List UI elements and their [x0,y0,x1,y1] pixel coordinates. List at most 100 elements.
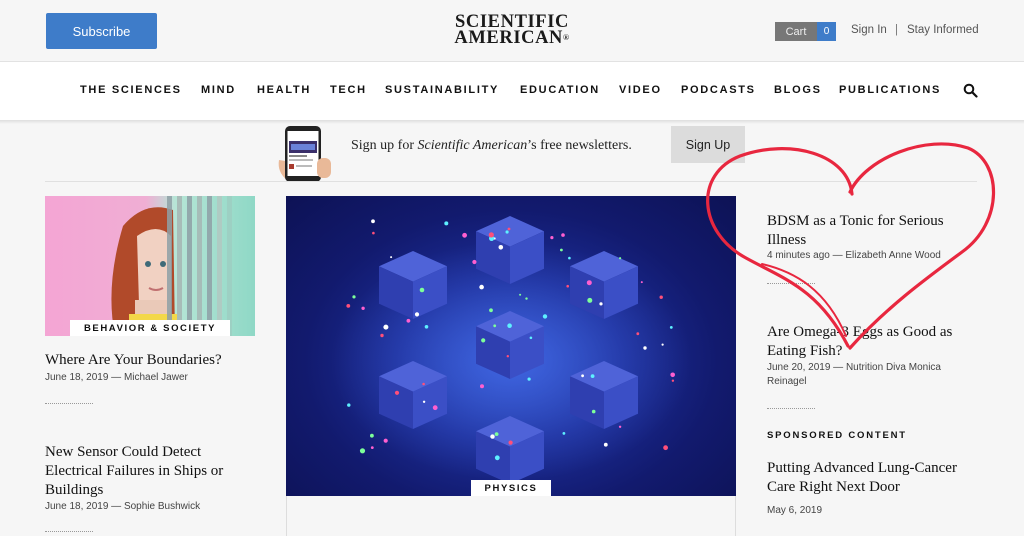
nav-mind[interactable]: MIND [201,84,236,96]
search-icon[interactable] [963,83,978,98]
light-spark [370,446,374,449]
nav-publications[interactable]: PUBLICATIONS [839,84,941,96]
cart-button[interactable]: Cart 0 [775,22,836,41]
article-title-sensor[interactable]: New Sensor Could Detect Electrical Failu… [45,443,260,500]
cart-count-badge: 0 [817,22,836,41]
light-spark [462,232,467,238]
light-spark [383,438,388,443]
light-spark [643,346,647,350]
article-title-lung-cancer[interactable]: Putting Advanced Lung-Cancer Care Right … [767,459,982,497]
light-spark [525,297,528,300]
phone-in-hand-illustration [278,126,331,182]
light-spark [590,374,595,378]
light-spark [414,312,420,317]
nav-sustainability[interactable]: SUSTAINABILITY [385,84,499,96]
newsletter-rule [45,181,977,182]
light-spark [422,382,425,386]
nav-education[interactable]: EDUCATION [520,84,600,96]
light-spark [394,390,400,395]
light-spark [432,405,438,411]
stay-informed-link[interactable]: Stay Informed [907,24,979,36]
nav-podcasts[interactable]: PODCASTS [681,84,756,96]
cart-label: Cart [775,22,817,41]
light-spark [561,233,565,237]
light-spark [671,379,675,382]
light-spark [359,448,366,454]
nav-health[interactable]: HEALTH [257,84,311,96]
light-spark [507,323,512,328]
article-separator [767,283,815,285]
light-spark [494,432,499,436]
light-spark [661,343,664,346]
light-spark [581,374,584,378]
article-title-omega3[interactable]: Are Omega-3 Eggs as Good as Eating Fish? [767,323,972,361]
light-spark [659,295,663,299]
nav-tech[interactable]: TECH [330,84,367,96]
light-spark [361,306,365,310]
logo-line-2-text: AMERICAN [454,28,564,48]
site-logo[interactable]: SCIENTIFIC AMERICAN® [433,13,591,48]
light-spark [591,409,596,414]
light-spark [508,440,513,445]
light-spark [371,219,375,224]
light-spark [669,326,673,329]
light-spark [529,336,533,340]
light-spark [603,442,608,447]
subscribe-button[interactable]: Subscribe [46,13,157,49]
header-divider: | [895,24,898,36]
light-spark [519,293,522,296]
light-spark [480,384,484,389]
quantum-cubes-illustration [286,196,736,496]
nav-the-sciences[interactable]: THE SCIENCES [80,84,182,96]
light-spark [586,280,592,286]
article-separator [45,403,93,405]
newsletter-signup-button[interactable]: Sign Up [671,126,745,163]
article-meta-lung-cancer: May 6, 2019 [767,505,823,516]
newsletter-text-after: ’s free newsletters. [527,138,632,153]
light-spark [619,257,622,260]
category-tag-physics[interactable]: PHYSICS [471,480,551,496]
newsletter-text-italic: Scientific American [417,138,528,153]
light-spark [490,434,495,439]
article-title-boundaries[interactable]: Where Are Your Boundaries? [45,351,255,370]
article-title-bdsm[interactable]: BDSM as a Tonic for Serious Illness [767,212,967,250]
light-spark [550,236,554,240]
light-spark [494,455,500,461]
light-spark [542,314,548,319]
article-meta-boundaries: June 18, 2019 — Michael Jawer [45,372,188,383]
sponsored-content-heading: SPONSORED CONTENT [767,430,907,441]
newsletter-text-before: Sign up for [351,138,418,153]
light-spark [618,425,622,428]
light-spark [372,231,375,235]
logo-line-2: AMERICAN® [433,28,591,48]
light-spark [562,432,566,435]
newsletter-promo-text: Sign up for Scientific American’s free n… [351,138,632,154]
light-spark [488,232,494,238]
sign-in-link[interactable]: Sign In [851,24,887,36]
light-spark [383,324,389,330]
light-spark [346,304,351,308]
boundaries-feature-image[interactable]: BEHAVIOR & SOCIETY [45,196,255,336]
category-tag-behavior[interactable]: BEHAVIOR & SOCIETY [70,320,230,336]
article-separator [767,408,815,410]
light-spark [419,287,425,293]
logo-registered-mark: ® [563,33,570,42]
light-spark [527,377,531,381]
light-spark [587,297,593,303]
article-meta-bdsm: 4 minutes ago — Elizabeth Anne Wood [767,250,941,261]
light-spark [507,227,511,231]
physics-feature-image[interactable]: PHYSICS [286,196,736,496]
nav-shadow [0,120,1024,124]
light-spark [599,302,603,306]
nav-video[interactable]: VIDEO [619,84,662,96]
light-spark [422,400,426,403]
article-meta-sensor: June 18, 2019 — Sophie Bushwick [45,501,201,512]
light-spark [663,445,668,451]
light-spark [380,333,384,338]
light-spark [566,284,569,288]
light-spark [481,338,486,343]
light-spark [498,245,504,250]
light-spark [568,256,571,260]
nav-blogs[interactable]: BLOGS [774,84,822,96]
light-spark [670,372,675,378]
